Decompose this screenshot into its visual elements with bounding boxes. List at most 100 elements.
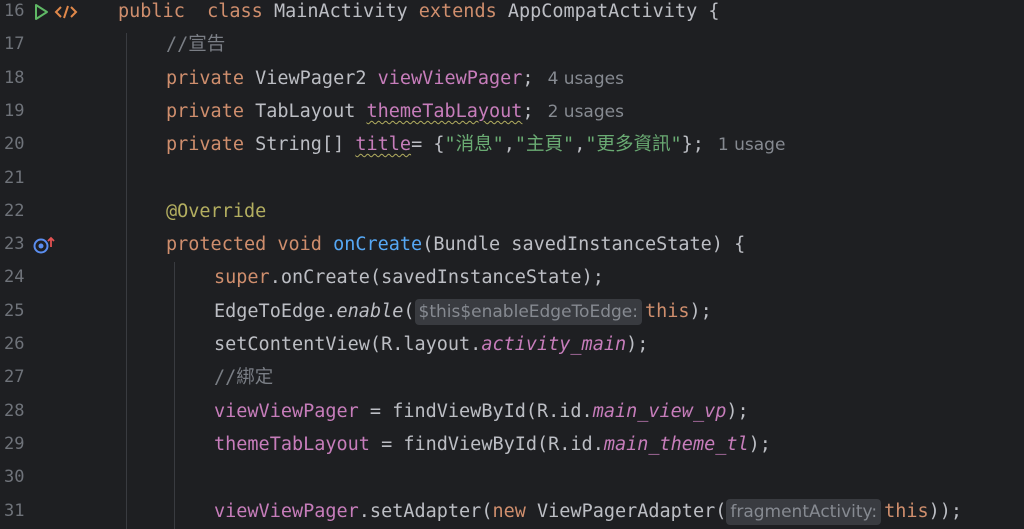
code-token: super [214,267,270,289]
code-tags-icon[interactable] [54,3,78,21]
code-token: viewViewPager [214,500,359,522]
code-line[interactable]: 28 viewViewPager = findViewById(R.id.main… [0,395,1024,428]
parameter-hint: $this$enableEdgeToEdge: [414,298,642,325]
code-token: title [355,134,412,156]
code-token: "主頁" [514,134,575,156]
code-text: //綁定 [214,361,273,394]
override-method-icon[interactable] [32,235,56,255]
line-number: 29 [4,433,25,454]
code-token: ; [522,100,534,122]
code-token: ViewPagerAdapter( [525,500,727,522]
code-editor[interactable]: 16 public class MainActivity extends AppC… [0,0,1024,529]
code-token: main_view_vp [592,400,727,422]
code-token: .onCreate(savedInstanceState); [269,267,604,289]
line-number: 27 [4,367,25,388]
code-text: viewViewPager.setAdapter(new ViewPagerAd… [214,495,962,528]
code-line[interactable]: 21 [0,162,1024,195]
code-text: private TabLayout themeTabLayout; 2 usage… [166,95,624,129]
usage-count-hint[interactable]: 2 usages [548,102,624,122]
code-token: public [118,1,185,22]
parameter-hint: fragmentActivity: [726,498,882,525]
code-token: ); [626,334,649,355]
code-text: private String[] title= {"消息","主頁","更多資訊… [166,128,785,162]
code-token: ( [403,300,415,322]
line-number: 16 [4,1,25,21]
code-token: private [166,134,244,156]
code-line[interactable]: 25 EdgeToEdge.enable($this$enableEdgeToEd… [0,295,1024,328]
code-text: themeTabLayout = findViewById(R.id.main_… [214,428,771,461]
line-number: 28 [4,400,25,421]
code-token: AppCompatActivity { [496,1,720,22]
code-line[interactable]: 30 [0,461,1024,494]
code-token: = findViewById(R.id. [369,433,604,455]
code-token: "消息" [444,134,504,156]
line-number: 30 [4,467,25,488]
line-number: 17 [4,34,25,55]
code-token: = { [411,134,445,156]
code-line[interactable]: 18 private ViewPager2 viewViewPager; 4 usa… [0,62,1024,95]
line-number: 31 [4,500,25,521]
code-token: this [644,300,690,322]
code-token: this [884,500,929,522]
code-token: enable [336,300,404,322]
line-number: 24 [4,267,25,288]
code-line[interactable]: 29 themeTabLayout = findViewById(R.id.mai… [0,428,1024,461]
code-token: extends [418,1,497,22]
line-number: 25 [4,300,25,321]
code-token: TabLayout [243,100,367,122]
code-token: private [166,100,244,122]
code-token: String[] [243,134,356,156]
code-token: , [503,134,515,156]
code-token: = findViewById(R.id. [358,400,593,422]
code-text: protected void onCreate(Bundle savedInst… [166,228,745,261]
code-line[interactable]: 27 //綁定 [0,361,1024,394]
code-token: new [492,500,526,522]
code-text: private ViewPager2 viewViewPager; 4 usage… [166,62,624,96]
code-token: viewViewPager [377,67,523,89]
line-number: 20 [4,134,25,155]
code-token: //宣告 [166,34,226,56]
usage-count-hint[interactable]: 1 usage [718,135,786,155]
line-number: 19 [4,100,25,121]
code-line[interactable]: 24 super.onCreate(savedInstanceState); [0,261,1024,294]
code-line[interactable]: 22 @Override [0,195,1024,228]
code-token: setContentView(R.layout. [214,334,482,355]
code-line[interactable]: 17 //宣告 [0,28,1024,61]
code-token: themeTabLayout [214,433,370,455]
code-line[interactable]: 16 public class MainActivity extends AppC… [0,0,1024,28]
code-line[interactable]: 23 protected void onCreate(Bundle savedIn… [0,228,1024,261]
code-text: public class MainActivity extends AppCom… [118,0,719,28]
code-token: }; [681,134,704,156]
line-number: 22 [4,200,25,221]
code-token: ); [689,300,712,322]
code-text: super.onCreate(savedInstanceState); [214,261,604,294]
code-text: //宣告 [166,28,225,61]
code-line[interactable]: 20 private String[] title= {"消息","主頁","更多… [0,128,1024,161]
code-text: @Override [166,195,266,228]
code-line[interactable]: 31 viewViewPager.setAdapter(new ViewPager… [0,495,1024,528]
code-token: //綁定 [214,367,274,389]
code-token: themeTabLayout [366,100,523,122]
code-token: activity_main [481,334,627,355]
code-token: ); [748,433,771,455]
code-token: protected [166,234,267,256]
run-icon[interactable] [32,3,50,21]
code-token: (Bundle savedInstanceState) { [422,234,746,256]
code-token: ; [522,67,534,89]
code-token: )); [928,500,963,522]
code-text: viewViewPager = findViewById(R.id.main_v… [214,395,749,428]
code-line[interactable]: 26 setContentView(R.layout.activity_main)… [0,328,1024,361]
code-token: @Override [166,200,267,222]
code-token: , [574,134,586,156]
code-token: onCreate [321,234,423,256]
code-token: ); [726,400,749,422]
line-number: 18 [4,67,25,88]
usage-count-hint[interactable]: 4 usages [548,69,624,89]
code-token: EdgeToEdge. [214,300,337,322]
code-line[interactable]: 19 private TabLayout themeTabLayout; 2 usa… [0,95,1024,128]
code-text: EdgeToEdge.enable($this$enableEdgeToEdge… [214,295,712,328]
code-token: class [207,1,263,22]
line-number: 26 [4,334,25,354]
code-token: viewViewPager [214,400,359,422]
line-number: 23 [4,234,25,255]
